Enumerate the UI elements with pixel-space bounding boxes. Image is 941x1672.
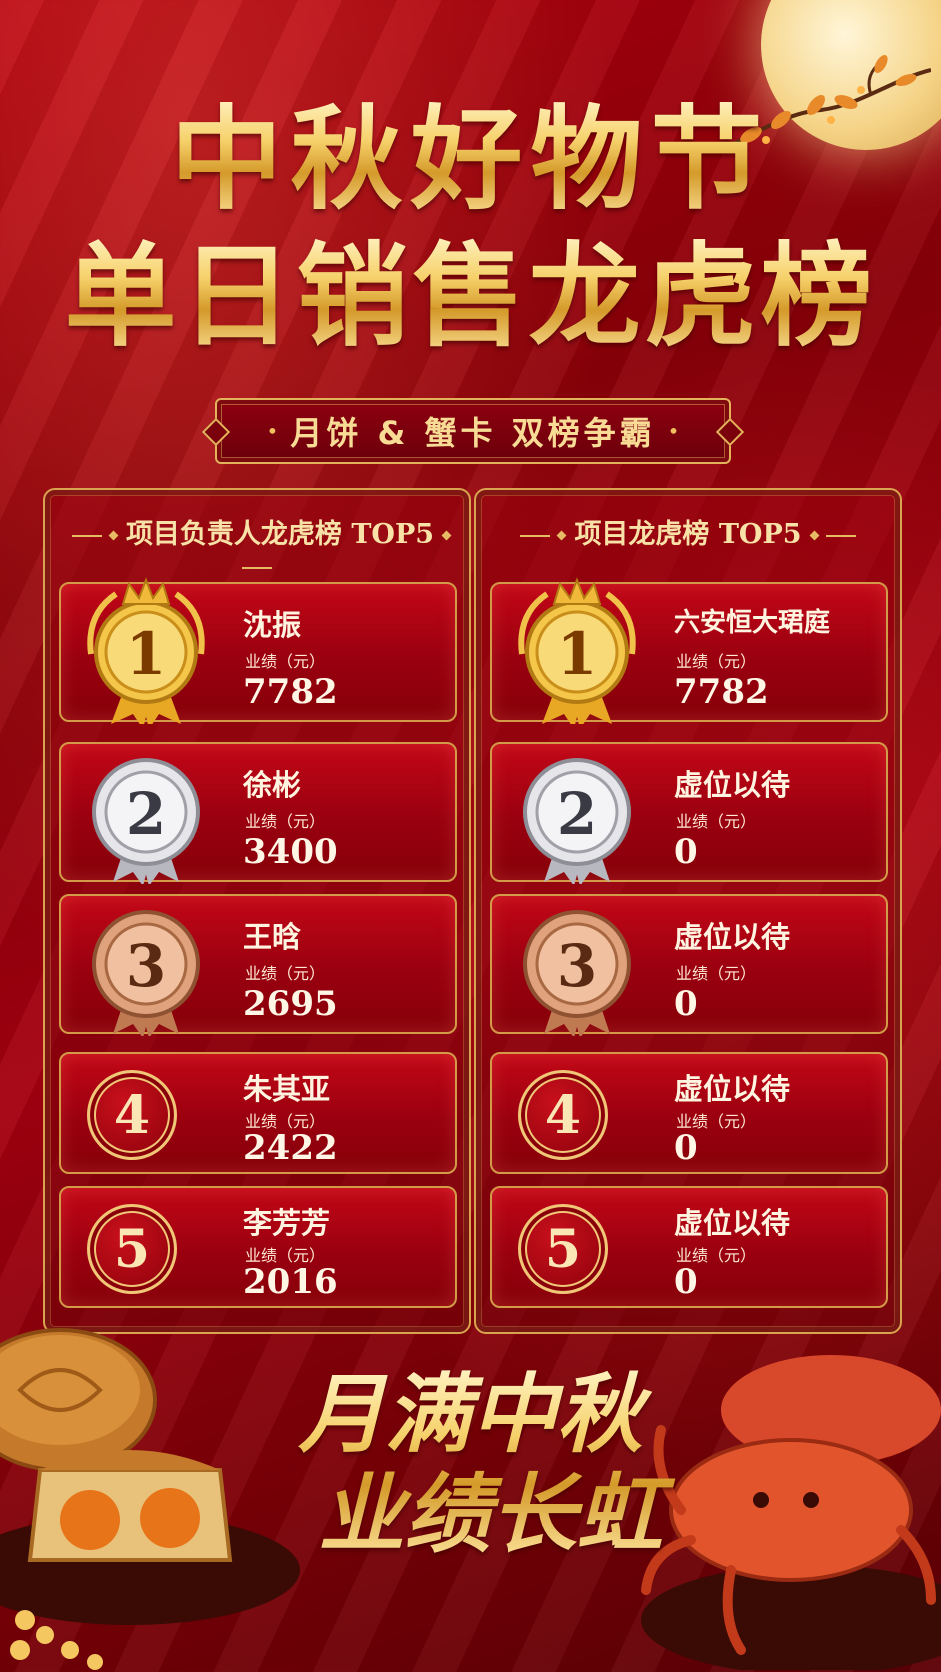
project-name: 虚位以待: [674, 1206, 791, 1240]
rank-card-3: 3 虚位以待 业绩（元） 0: [490, 894, 888, 1036]
performance-value: 2695: [243, 984, 338, 1024]
performance-unit: 业绩（元）: [245, 812, 326, 831]
bronze-medal-icon: 3: [92, 910, 200, 1036]
rank-badge-icon: 4: [518, 1070, 608, 1160]
rank-number: 1: [557, 620, 597, 688]
performance-value: 0: [674, 984, 698, 1024]
slogan: 月满中秋 业绩长虹: [0, 1365, 941, 1565]
leader-board-left: 项目负责人龙虎榜 TOP5 1 沈振 业绩（元） 7782 2 徐彬 业绩（元）…: [43, 488, 471, 1334]
bronze-medal-icon: 3: [523, 910, 631, 1036]
person-name: 徐彬: [243, 768, 302, 802]
slogan-line2: 业绩长虹: [318, 1464, 663, 1565]
rank-card-5: 5 虚位以待 业绩（元） 0: [490, 1186, 888, 1308]
rank-number: 3: [557, 932, 597, 1000]
slogan-line1: 月满中秋: [298, 1364, 643, 1465]
performance-value: 0: [674, 832, 698, 872]
subtitle-dot-right: •: [667, 419, 680, 443]
rank-card-1: 1 沈振 业绩（元） 7782: [59, 577, 457, 724]
rank-badge-icon: 5: [518, 1204, 608, 1294]
project-name: 虚位以待: [674, 1072, 791, 1106]
performance-unit: 业绩（元）: [245, 964, 326, 983]
rank-card-3: 3 王晗 业绩（元） 2695: [59, 894, 457, 1036]
performance-value: 7782: [243, 672, 338, 712]
rank-number: 2: [557, 780, 597, 848]
panel-title-text: 项目龙虎榜 TOP5: [574, 519, 802, 550]
person-name: 朱其亚: [243, 1072, 331, 1106]
rank-badge-icon: 4: [87, 1070, 177, 1160]
person-name: 李芳芳: [243, 1206, 331, 1240]
performance-value: 3400: [243, 832, 338, 872]
panel-title: 项目龙虎榜 TOP5: [476, 512, 900, 551]
leader-board-right: 项目龙虎榜 TOP5 1 六安恒大珺庭 业绩（元） 7782 2 虚位以待 业绩…: [474, 488, 902, 1334]
performance-value: 0: [674, 1128, 698, 1168]
gold-medal-icon: 1: [87, 577, 205, 724]
rank-number: 3: [126, 932, 166, 1000]
person-name: 王晗: [243, 920, 302, 954]
performance-value: 2016: [243, 1262, 338, 1302]
rank-card-2: 2 徐彬 业绩（元） 3400: [59, 742, 457, 884]
person-name: 沈振: [243, 608, 302, 642]
panel-title: 项目负责人龙虎榜 TOP5: [45, 512, 469, 582]
silver-medal-icon: 2: [92, 758, 200, 884]
rank-card-2: 2 虚位以待 业绩（元） 0: [490, 742, 888, 884]
osmanthus-flowers-icon: [10, 1610, 103, 1670]
performance-unit: 业绩（元）: [676, 652, 757, 671]
rank-card-4: 4 虚位以待 业绩（元） 0: [490, 1052, 888, 1174]
rank-card-1: 1 六安恒大珺庭 业绩（元） 7782: [490, 577, 888, 724]
performance-unit: 业绩（元）: [676, 812, 757, 831]
project-name: 虚位以待: [674, 920, 791, 954]
project-name: 六安恒大珺庭: [674, 608, 831, 638]
performance-value: 2422: [243, 1128, 338, 1168]
subtitle-text: 月饼 & 蟹卡 双榜争霸: [290, 414, 656, 452]
rank-number: 1: [126, 620, 166, 688]
performance-value: 0: [674, 1262, 698, 1302]
subtitle-banner: • 月饼 & 蟹卡 双榜争霸 •: [215, 398, 731, 464]
subtitle-dot-left: •: [266, 419, 279, 443]
rank-card-5: 5 李芳芳 业绩（元） 2016: [59, 1186, 457, 1308]
gold-medal-icon: 1: [518, 577, 636, 724]
performance-unit: 业绩（元）: [245, 652, 326, 671]
silver-medal-icon: 2: [523, 758, 631, 884]
performance-value: 7782: [674, 672, 769, 712]
main-title-line2: 单日销售龙虎榜: [0, 232, 941, 362]
panel-title-text: 项目负责人龙虎榜 TOP5: [125, 519, 435, 550]
main-title-line1: 中秋好物节: [0, 95, 941, 225]
rank-card-4: 4 朱其亚 业绩（元） 2422: [59, 1052, 457, 1174]
rank-number: 2: [126, 780, 166, 848]
performance-unit: 业绩（元）: [676, 964, 757, 983]
project-name: 虚位以待: [674, 768, 791, 802]
rank-badge-icon: 5: [87, 1204, 177, 1294]
